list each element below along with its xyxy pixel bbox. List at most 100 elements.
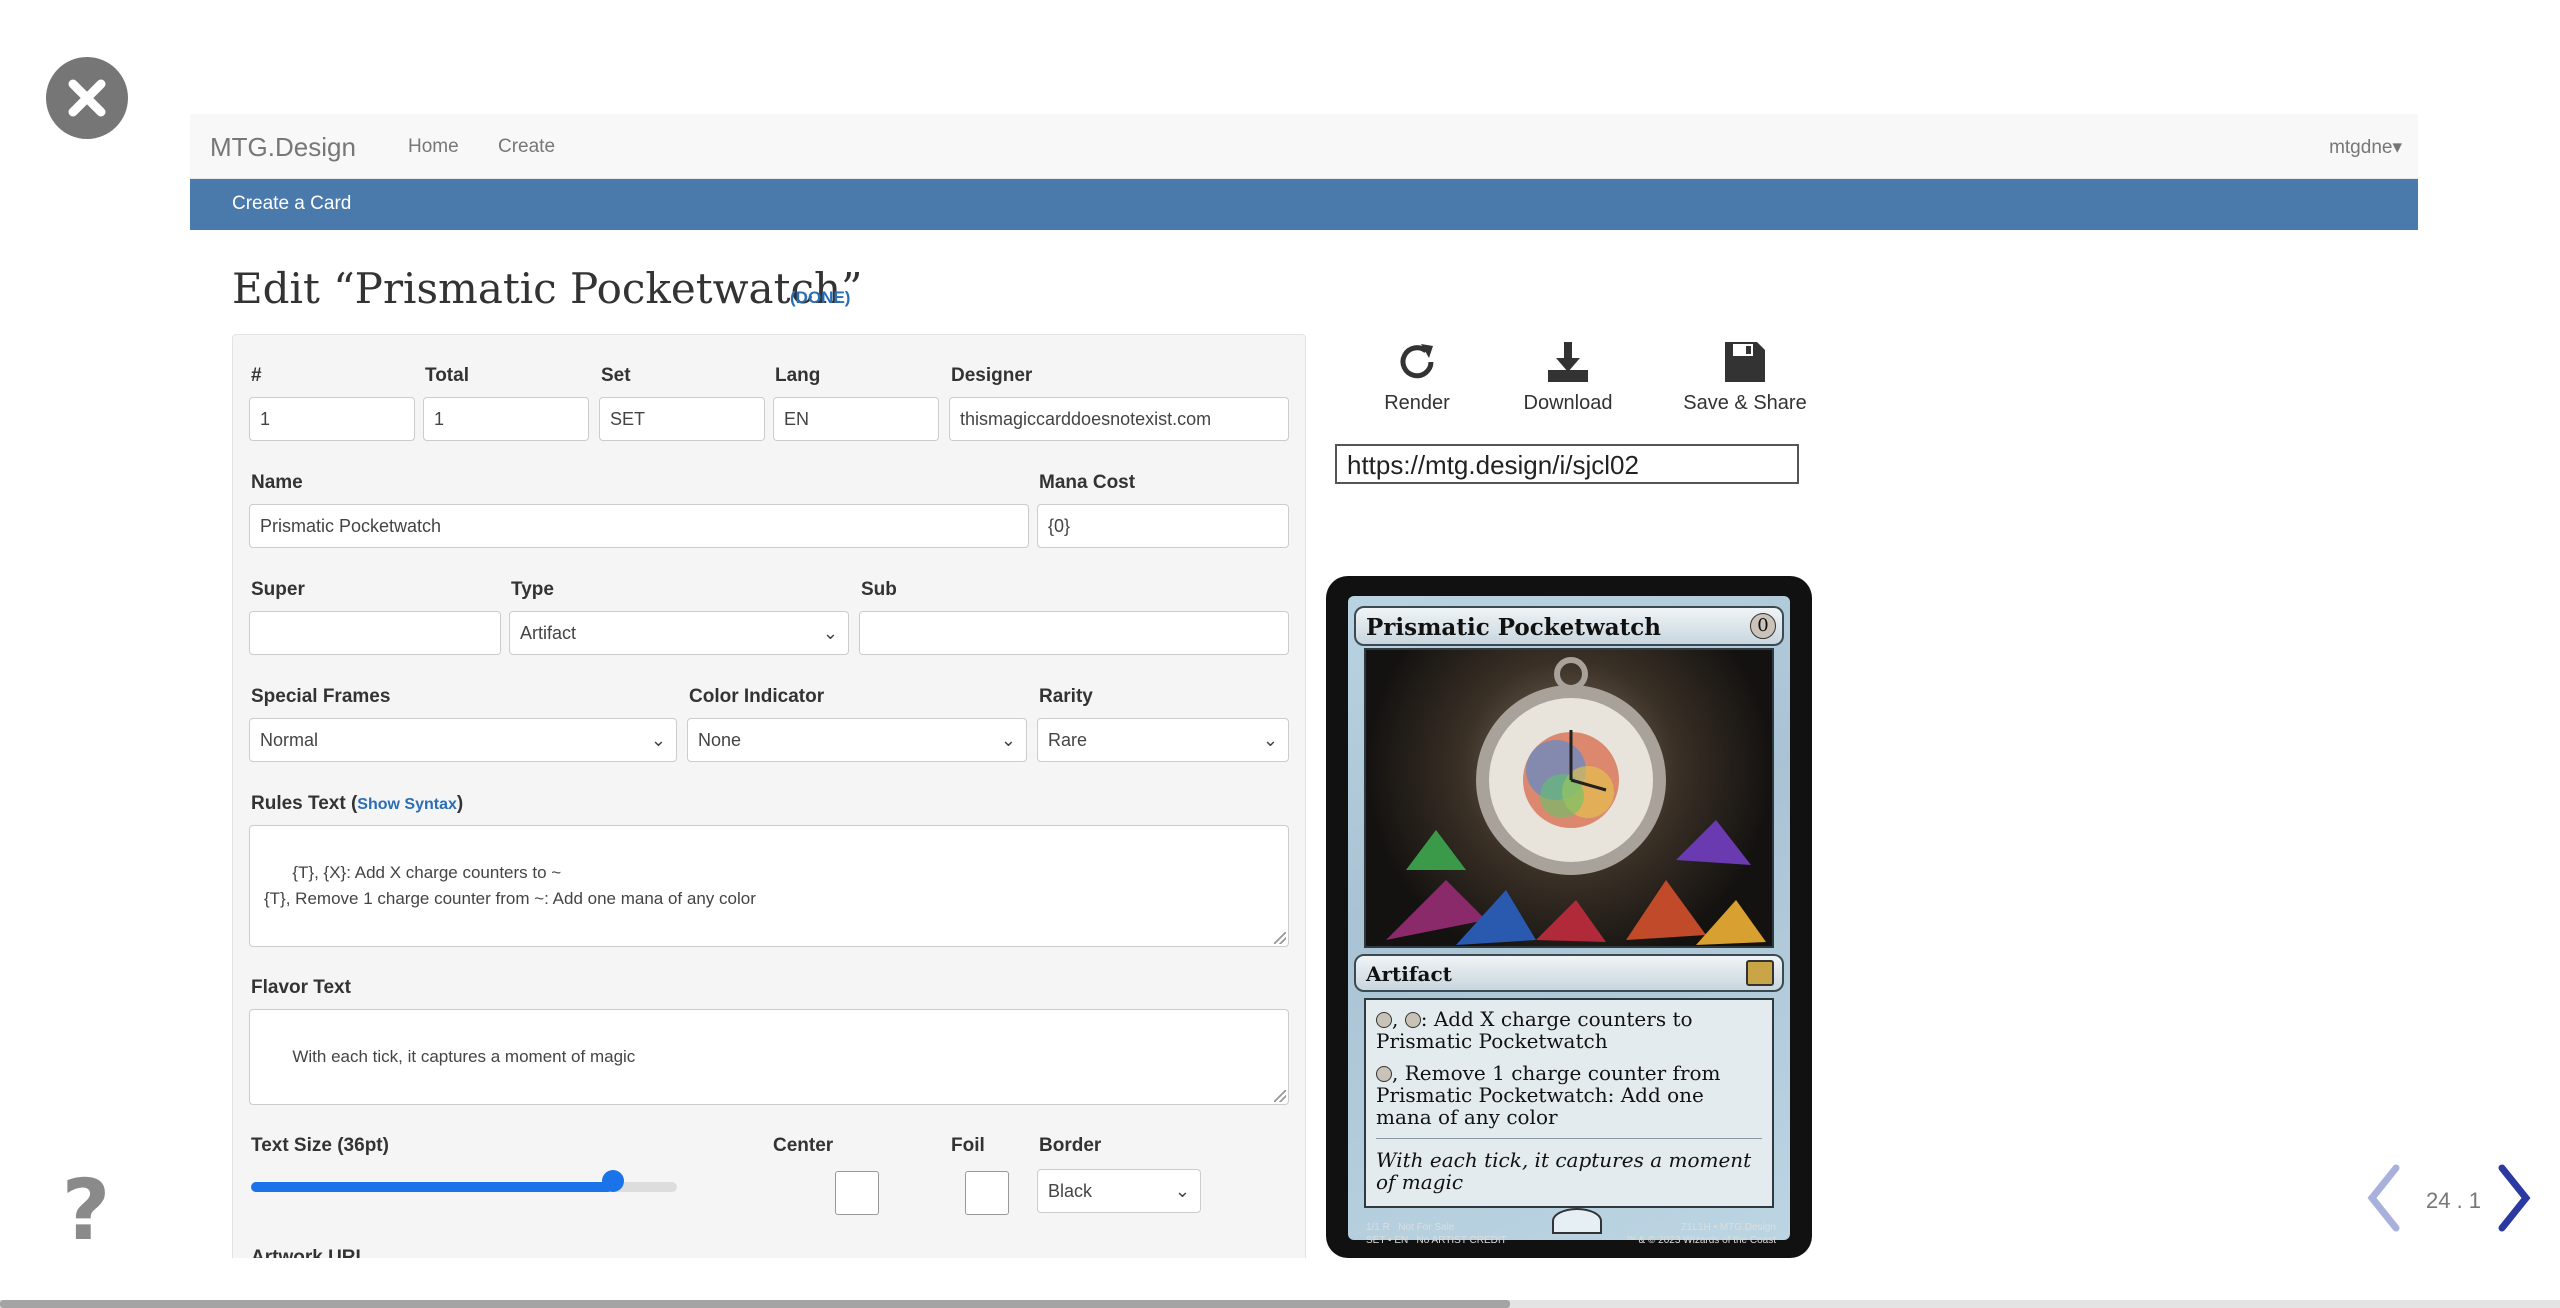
special-frames-label: Special Frames — [251, 686, 391, 707]
subbar: Create a Card — [190, 179, 2418, 230]
rules-text-label-text: Rules Text — [251, 793, 346, 814]
save-share-label: Save & Share — [1683, 392, 1807, 414]
pager: 24 . 1 — [2364, 1160, 2534, 1240]
chevron-down-icon: ⌄ — [822, 623, 838, 643]
tap-symbol-icon — [1376, 1012, 1392, 1028]
brand-link[interactable]: MTG.Design — [210, 132, 356, 163]
special-frames-select[interactable]: Normal ⌄ — [249, 718, 677, 762]
page-counter: 24 . 1 — [2426, 1188, 2482, 1213]
border-value: Black — [1048, 1181, 1093, 1201]
slider-handle[interactable] — [602, 1170, 625, 1192]
nav-home[interactable]: Home — [408, 136, 459, 158]
rules-text-label: Rules Text (Show Syntax) — [251, 793, 464, 814]
show-syntax-link[interactable]: Show Syntax — [357, 796, 457, 813]
save-icon — [1725, 342, 1765, 382]
sub-label: Sub — [861, 579, 897, 600]
slider-fill — [251, 1182, 614, 1192]
card-ability-1: , : Add X charge counters to Prismatic P… — [1376, 1007, 1693, 1053]
chevron-down-icon: ⌄ — [1174, 1181, 1190, 1201]
download-icon — [1548, 342, 1588, 382]
number-label: # — [251, 365, 262, 386]
set-symbol-icon — [1746, 960, 1774, 986]
tap-symbol-icon — [1376, 1066, 1392, 1082]
card-ability-2-text: , Remove 1 charge counter from Prismatic… — [1376, 1061, 1721, 1129]
card-footer-info: 1/1 R Not For Sale — [1366, 1222, 1455, 1233]
done-link[interactable]: (DONE) — [790, 288, 850, 308]
rarity-value: Rare — [1048, 730, 1088, 750]
card-preview: Prismatic Pocketwatch 0 Artifact ,: Add… — [1326, 576, 1812, 1258]
card-titlebar: Prismatic Pocketwatch 0 — [1354, 606, 1784, 646]
sub-input[interactable] — [859, 611, 1289, 655]
rules-text-value: {T}, {X}: Add X charge counters to ~ {T}… — [264, 863, 756, 908]
card-name: Prismatic Pocketwatch — [1366, 614, 1661, 641]
flavor-text-value: With each tick, it captures a moment of … — [292, 1047, 636, 1066]
number-input[interactable]: 1 — [249, 397, 415, 441]
card-form: # 1 Total 1 Set SET Lang EN Designer thi… — [232, 334, 1306, 1258]
rarity-select[interactable]: Rare ⌄ — [1037, 718, 1289, 762]
type-select[interactable]: Artifact ⌄ — [509, 611, 849, 655]
special-frames-value: Normal — [260, 730, 319, 750]
color-indicator-value: None — [698, 730, 742, 750]
center-label: Center — [773, 1135, 834, 1156]
card-flavor-text: With each tick, it captures a moment of … — [1376, 1138, 1762, 1193]
border-select[interactable]: Black ⌄ — [1037, 1169, 1201, 1213]
name-input[interactable]: Prismatic Pocketwatch — [249, 504, 1029, 548]
page-title: Edit “Prismatic Pocketwatch” — [232, 264, 863, 313]
help-icon[interactable]: ? — [52, 1168, 120, 1252]
card-footer-copyright: ™ & © 2023 Wizards of the Coast — [1625, 1235, 1776, 1246]
card-type: Artifact — [1366, 962, 1452, 986]
share-url-field[interactable]: https://mtg.design/i/sjcl02 — [1335, 444, 1799, 484]
card-ability-1-text: : Add X charge counters to Prismatic Poc… — [1376, 1007, 1693, 1053]
color-indicator-select[interactable]: None ⌄ — [687, 718, 1027, 762]
download-button[interactable]: Download — [1493, 340, 1643, 415]
navbar: MTG.Design Home Create mtgdne▾ — [190, 114, 2418, 179]
mana-cost-symbol: 0 — [1750, 613, 1776, 639]
x-symbol-icon — [1404, 1012, 1421, 1028]
card-ability-2: , Remove 1 charge counter from Prismatic… — [1376, 1062, 1762, 1128]
chevron-down-icon: ⌄ — [1000, 730, 1016, 750]
mana-cost-label: Mana Cost — [1039, 472, 1136, 493]
set-input[interactable]: SET — [599, 397, 765, 441]
text-size-label: Text Size (36pt) — [251, 1135, 389, 1156]
user-menu[interactable]: mtgdne▾ — [2329, 136, 2402, 159]
card-footer-artist: SET • EN No ARTIST CREDIT — [1366, 1235, 1507, 1246]
scrollbar-thumb[interactable] — [0, 1300, 1510, 1308]
save-share-button[interactable]: Save & Share — [1670, 340, 1820, 415]
subbar-title[interactable]: Create a Card — [232, 193, 351, 215]
lang-label: Lang — [775, 365, 821, 386]
render-label: Render — [1384, 392, 1450, 414]
designer-label: Designer — [951, 365, 1033, 386]
rules-text-area[interactable]: {T}, {X}: Add X charge counters to ~ {T}… — [249, 825, 1289, 947]
card-artwork — [1364, 648, 1774, 948]
render-button[interactable]: Render — [1342, 340, 1492, 415]
lang-input[interactable]: EN — [773, 397, 939, 441]
chevron-right-icon[interactable] — [2494, 1164, 2534, 1232]
horizontal-scrollbar[interactable] — [0, 1300, 2560, 1308]
chevron-left-icon[interactable] — [2364, 1164, 2404, 1232]
designer-input[interactable]: thismagiccarddoesnotexist.com — [949, 397, 1289, 441]
close-icon[interactable] — [46, 57, 128, 139]
chevron-down-icon: ⌄ — [650, 730, 666, 750]
name-label: Name — [251, 472, 303, 493]
super-input[interactable] — [249, 611, 501, 655]
foil-label: Foil — [951, 1135, 985, 1156]
set-label: Set — [601, 365, 631, 386]
border-label: Border — [1039, 1135, 1102, 1156]
resize-handle-icon[interactable] — [1274, 1090, 1286, 1102]
foil-checkbox[interactable] — [965, 1171, 1009, 1215]
total-input[interactable]: 1 — [423, 397, 589, 441]
chevron-down-icon: ⌄ — [1262, 730, 1278, 750]
mana-cost-input[interactable]: {0} — [1037, 504, 1289, 548]
card-typebar: Artifact — [1354, 954, 1784, 992]
total-label: Total — [425, 365, 469, 386]
super-label: Super — [251, 579, 305, 600]
flavor-text-area[interactable]: With each tick, it captures a moment of … — [249, 1009, 1289, 1105]
resize-handle-icon[interactable] — [1274, 932, 1286, 944]
rarity-gem-icon — [1552, 1208, 1602, 1234]
center-checkbox[interactable] — [835, 1171, 879, 1215]
artwork-url-label: Artwork URL — [251, 1247, 368, 1258]
nav-create[interactable]: Create — [498, 136, 555, 158]
card-frame: Prismatic Pocketwatch 0 Artifact ,: Add… — [1348, 596, 1790, 1246]
rarity-label: Rarity — [1039, 686, 1093, 707]
flavor-text-label: Flavor Text — [251, 977, 351, 998]
